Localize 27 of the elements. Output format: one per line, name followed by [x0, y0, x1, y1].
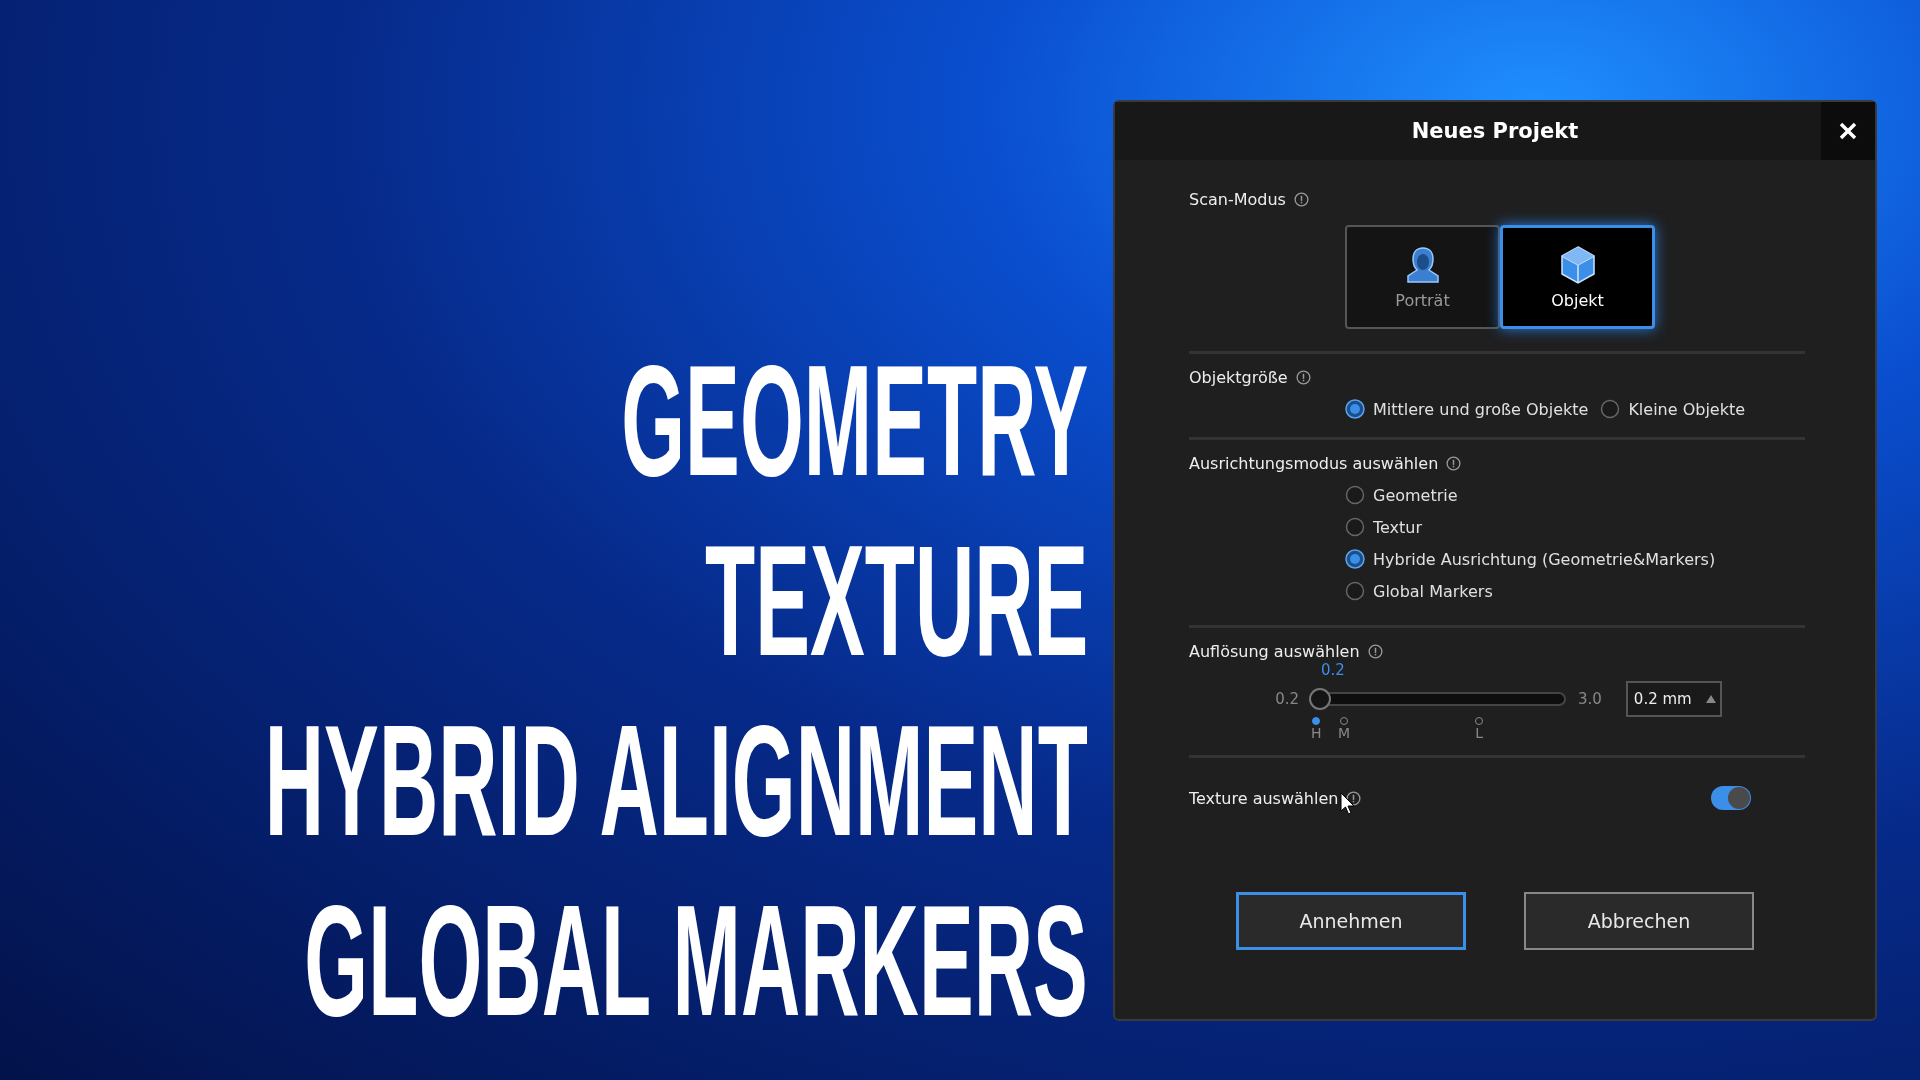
- section-label: Texture auswählen: [1189, 788, 1339, 808]
- headline: GLOBAL MARKERS: [304, 871, 1088, 1050]
- slider-max: 3.0: [1578, 690, 1602, 708]
- radio-option[interactable]: Mittlere und große Objekte: [1345, 399, 1589, 419]
- section-label: Ausrichtungsmodus auswählen: [1189, 454, 1439, 473]
- dialog-button[interactable]: Annehmen: [1236, 892, 1466, 950]
- dialog-button[interactable]: Abbrechen: [1524, 892, 1754, 950]
- slider-value: 0.2: [1321, 661, 1346, 681]
- headline: GEOMETRY: [620, 331, 1088, 510]
- resolution-preset[interactable]: L: [1475, 717, 1484, 741]
- headline: HYBRID ALIGNMENT: [264, 691, 1088, 870]
- mode-option[interactable]: Porträt: [1345, 225, 1500, 329]
- radio-option[interactable]: Kleine Objekte: [1600, 399, 1746, 419]
- slider-min: 0.2: [1274, 690, 1299, 708]
- resolution-preset[interactable]: H: [1311, 717, 1322, 741]
- radio-option[interactable]: Textur: [1345, 517, 1801, 537]
- section-label: Objektgröße: [1189, 368, 1288, 387]
- radio-option[interactable]: Global Markers: [1345, 581, 1801, 601]
- dialog-title: Neues Projekt: [1411, 119, 1579, 143]
- resolution-preset[interactable]: M: [1337, 717, 1351, 741]
- section-label: Scan-Modus: [1189, 190, 1286, 209]
- section-label: Auflösung auswählen: [1189, 642, 1360, 661]
- resolution-input[interactable]: 0.2 mm: [1625, 681, 1722, 717]
- headline: TEXTURE: [704, 511, 1088, 690]
- radio-option[interactable]: Hybride Ausrichtung (Geometrie&Markers): [1345, 549, 1801, 569]
- radio-option[interactable]: Geometrie: [1345, 485, 1801, 505]
- mode-option[interactable]: Objekt: [1500, 225, 1655, 329]
